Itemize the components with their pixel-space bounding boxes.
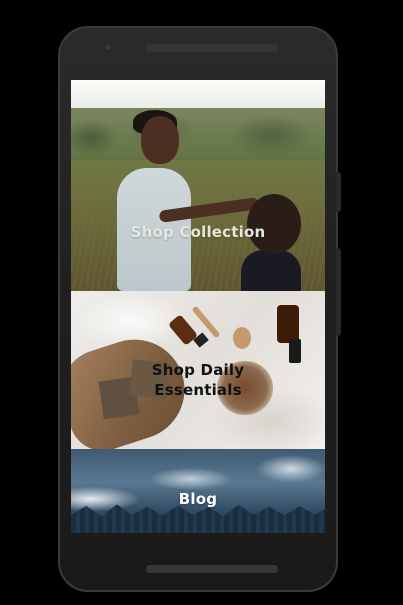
photo-spoon [233, 327, 251, 349]
blog-label: Blog [178, 490, 218, 508]
photo-child [241, 250, 301, 291]
photo-amber-bottle-cap [289, 339, 301, 363]
shop-collection-label: Shop Collection [130, 223, 266, 241]
bottom-speaker [146, 565, 278, 573]
photo-trees [71, 108, 325, 168]
shop-collection-tile[interactable]: Shop Collection [71, 80, 325, 291]
front-camera-icon [104, 43, 113, 52]
app-screen: Shop Collection Shop Daily Essentials Bl… [71, 80, 325, 533]
stage: Shop Collection Shop Daily Essentials Bl… [0, 0, 403, 605]
shop-daily-essentials-tile[interactable]: Shop Daily Essentials [71, 291, 325, 449]
shop-daily-essentials-label: Shop Daily Essentials [151, 361, 245, 399]
photo-woman-head [141, 116, 179, 164]
earpiece-speaker [146, 44, 278, 52]
power-button [336, 172, 341, 212]
volume-button [336, 248, 341, 336]
photo-amber-bottle [277, 305, 299, 343]
blog-tile[interactable]: Blog [71, 449, 325, 533]
